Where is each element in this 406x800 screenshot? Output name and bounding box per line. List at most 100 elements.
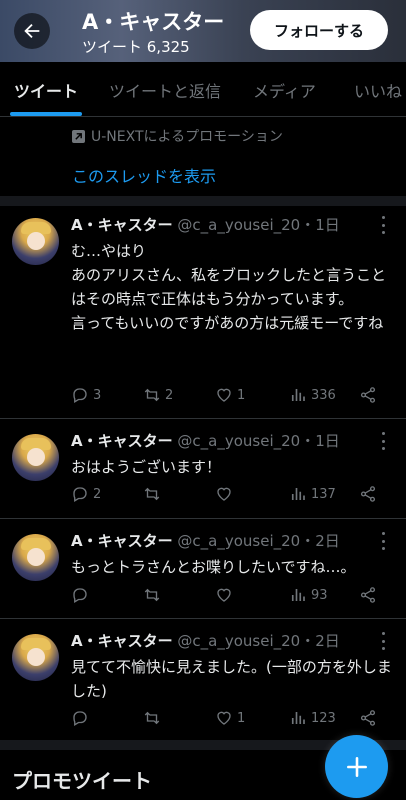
tweet-divider [0, 418, 406, 419]
promoted-icon [72, 129, 85, 143]
tweet-item[interactable]: A・キャスター @c_a_yousei_20・2日 もっとトラさんとお喋りしたい… [0, 522, 406, 618]
view-count: 93 [311, 587, 328, 603]
tweet-divider [0, 518, 406, 519]
tab-tweets[interactable]: ツイート [14, 78, 78, 102]
profile-header: A・キャスター ツイート 6,325 フォローする [0, 0, 406, 62]
views-icon [291, 712, 305, 724]
retweet-button[interactable] [143, 586, 165, 604]
avatar[interactable] [12, 434, 59, 481]
author-handle-time: @c_a_yousei_20・1日 [177, 216, 340, 234]
like-count: 1 [237, 710, 246, 726]
like-button[interactable]: 1 [215, 386, 245, 404]
follow-button[interactable]: フォローする [250, 10, 388, 50]
reply-icon [73, 711, 87, 726]
tweet-item[interactable]: A・キャスター @c_a_yousei_20・2日 見てて不愉快に見えました。(… [0, 622, 406, 740]
share-icon [360, 710, 376, 726]
views-button[interactable]: 123 [289, 709, 336, 727]
retweet-button[interactable] [143, 485, 165, 503]
promoted-tweets-title: プロモツイート [12, 769, 152, 793]
retweet-icon [144, 588, 160, 602]
tweet-text: もっとトラさんとお喋りしたいですね…。 [71, 558, 356, 576]
heart-icon [217, 711, 231, 725]
like-button[interactable] [215, 586, 237, 604]
views-button[interactable]: 336 [289, 386, 336, 404]
tweet-header: A・キャスター @c_a_yousei_20・2日 [71, 530, 340, 551]
tab-tweets-replies[interactable]: ツイートと返信 [109, 78, 221, 102]
tweet-text: む…やはり あのアリスさん、私をブロックしたと言うことはその時点で正体はもう分か… [71, 242, 387, 332]
plus-icon [346, 756, 367, 777]
promotion-note: U-NEXTによるプロモーション [72, 126, 283, 146]
share-button[interactable] [359, 386, 381, 404]
more-options-icon[interactable] [376, 216, 390, 234]
section-divider [0, 196, 406, 206]
tweet-actions: 3 2 1 336 [71, 386, 391, 410]
like-button[interactable] [215, 485, 237, 503]
author-handle-time: @c_a_yousei_20・2日 [177, 532, 340, 550]
reply-button[interactable]: 2 [71, 485, 101, 503]
tweet-count: ツイート 6,325 [82, 38, 190, 56]
retweet-button[interactable]: 2 [143, 386, 173, 404]
like-count: 1 [237, 387, 246, 403]
back-arrow-icon [24, 23, 40, 39]
avatar[interactable] [12, 218, 59, 265]
share-button[interactable] [359, 586, 381, 604]
more-options-icon[interactable] [376, 432, 390, 450]
share-button[interactable] [359, 485, 381, 503]
author-name: A・キャスター [71, 216, 173, 234]
heart-icon [217, 388, 231, 402]
share-icon [360, 486, 376, 502]
tweet-actions: 2 137 [71, 485, 391, 509]
tab-media[interactable]: メディア [253, 78, 316, 102]
retweet-button[interactable] [143, 709, 165, 727]
reply-count: 3 [93, 387, 102, 403]
reply-icon [73, 487, 87, 502]
more-options-icon[interactable] [376, 632, 390, 650]
reply-button[interactable] [71, 586, 93, 604]
tweet-item[interactable]: A・キャスター @c_a_yousei_20・1日 む…やはり あのアリスさん、… [0, 206, 406, 418]
author-name: A・キャスター [71, 632, 173, 650]
share-button[interactable] [359, 709, 381, 727]
views-button[interactable]: 93 [289, 586, 328, 604]
back-button[interactable] [14, 13, 50, 49]
reply-button[interactable]: 3 [71, 386, 101, 404]
author-handle-time: @c_a_yousei_20・2日 [177, 632, 340, 650]
retweet-icon [144, 388, 160, 402]
tweet-divider [0, 618, 406, 619]
share-icon [360, 387, 376, 403]
view-count: 137 [311, 486, 336, 502]
tweet-item[interactable]: A・キャスター @c_a_yousei_20・1日 おはようございます！ 2 1… [0, 422, 406, 518]
tweet-actions: 1 123 [71, 709, 391, 733]
heart-icon [217, 487, 231, 501]
show-thread-link[interactable]: このスレッドを表示 [72, 163, 216, 187]
more-options-icon[interactable] [376, 532, 390, 550]
compose-tweet-button[interactable] [325, 735, 388, 798]
tab-likes[interactable]: いいね [354, 78, 402, 102]
author-handle-time: @c_a_yousei_20・1日 [177, 432, 340, 450]
retweet-count: 2 [165, 387, 174, 403]
reply-icon [73, 588, 87, 603]
tweet-header: A・キャスター @c_a_yousei_20・2日 [71, 630, 340, 651]
views-button[interactable]: 137 [289, 485, 336, 503]
avatar[interactable] [12, 534, 59, 581]
profile-tabs: ツイート ツイートと返信 メディア いいね [0, 62, 406, 117]
tweet-header: A・キャスター @c_a_yousei_20・1日 [71, 214, 340, 235]
reply-count: 2 [93, 486, 102, 502]
tweet-text: おはようございます！ [71, 458, 222, 476]
retweet-icon [144, 711, 160, 725]
retweet-icon [144, 487, 160, 501]
tweet-header: A・キャスター @c_a_yousei_20・1日 [71, 430, 340, 451]
tweet-text: 見てて不愉快に見えました。(一部の方を外しました) [71, 658, 392, 700]
heart-icon [217, 588, 231, 602]
avatar[interactable] [12, 634, 59, 681]
share-icon [360, 587, 376, 603]
view-count: 336 [311, 387, 336, 403]
view-count: 123 [311, 710, 336, 726]
views-icon [291, 488, 305, 500]
like-button[interactable]: 1 [215, 709, 245, 727]
reply-icon [73, 388, 87, 403]
reply-button[interactable] [71, 709, 93, 727]
views-icon [291, 589, 305, 601]
promotion-label: U-NEXTによるプロモーション [91, 129, 283, 145]
profile-name: A・キャスター [82, 10, 225, 34]
author-name: A・キャスター [71, 432, 173, 450]
